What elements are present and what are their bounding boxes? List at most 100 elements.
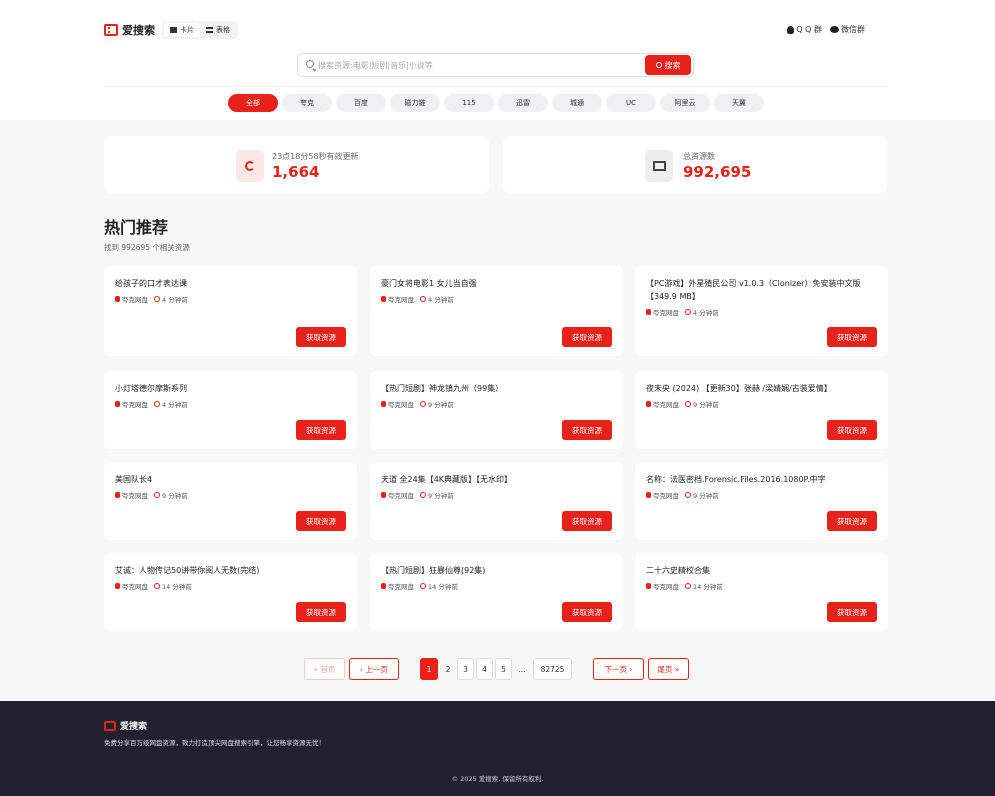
tab-uc[interactable]: UC [606, 94, 656, 112]
card-time: 4 分钟前 [154, 399, 188, 409]
get-resource-button[interactable]: 获取资源 [827, 511, 877, 531]
card-meta: 夸克网盘 4 分钟前 [646, 307, 719, 317]
tab-tianyi[interactable]: 天翼 [714, 94, 764, 112]
get-resource-button[interactable]: 获取资源 [827, 602, 877, 622]
resource-card[interactable]: 给孩子的口才表达课 夸克网盘 4 分钟前 获取资源 [104, 266, 357, 356]
page-2-button[interactable]: 2 [440, 658, 456, 680]
grid-icon [170, 27, 177, 33]
card-title[interactable]: 豪门女将电影1 女儿当自强 [381, 277, 613, 290]
wechat-group-label: 微信群 [841, 25, 865, 34]
resource-card[interactable]: 艾诚：人物传记50讲带你阅人无数(完结) 夸克网盘 14 分钟前 获取资源 [104, 553, 357, 631]
card-time: 4 分钟前 [685, 307, 719, 317]
section-title: 热门推荐 [104, 218, 169, 237]
get-resource-button[interactable]: 获取资源 [562, 420, 612, 440]
card-title[interactable]: 【热门短剧】神龙镇九州（99集） [381, 382, 613, 395]
card-title[interactable]: 美国队长4 [115, 473, 347, 486]
page-3-button[interactable]: 3 [457, 658, 474, 680]
tab-xunlei[interactable]: 迅雷 [498, 94, 548, 112]
tab-115[interactable]: 115 [444, 94, 494, 112]
view-table-button[interactable]: 表格 [200, 23, 236, 37]
last-page-button[interactable]: 尾页 » [648, 658, 689, 680]
card-source-label: 夸克网盘 [653, 401, 679, 409]
search-input[interactable] [318, 57, 638, 73]
get-resource-button[interactable]: 获取资源 [296, 327, 346, 347]
get-resource-button[interactable]: 获取资源 [827, 420, 877, 440]
database-icon [115, 492, 120, 498]
film-icon [104, 24, 118, 36]
view-card-button[interactable]: 卡片 [164, 23, 200, 37]
resource-card[interactable]: 二十六史精校合集 夸克网盘 14 分钟前 获取资源 [635, 553, 888, 631]
qq-group-link[interactable]: Q Q 群 [787, 24, 822, 35]
get-resource-button[interactable]: 获取资源 [562, 602, 612, 622]
card-title[interactable]: 小灯塔德尔摩斯系列 [115, 382, 347, 395]
copyright: © 2025 爱搜索. 保留所有权利. [451, 775, 544, 783]
last-page-number-button[interactable]: 82725 [533, 658, 572, 680]
resource-card[interactable]: 天道 全24集【4K典藏版】【无水印】 夸克网盘 9 分钟前 获取资源 [370, 462, 623, 540]
page-4-button[interactable]: 4 [476, 658, 493, 680]
get-resource-button[interactable]: 获取资源 [296, 511, 346, 531]
card-source-label: 夸克网盘 [122, 296, 148, 304]
card-source: 夸克网盘 [646, 399, 679, 409]
card-time: 4 分钟前 [420, 294, 454, 304]
card-title[interactable]: 天道 全24集【4K典藏版】【无水印】 [381, 473, 613, 486]
database-icon [381, 401, 386, 407]
card-source: 夸克网盘 [381, 399, 414, 409]
get-resource-button[interactable]: 获取资源 [562, 511, 612, 531]
clock-icon [685, 401, 691, 407]
card-time: 9 分钟前 [685, 490, 719, 500]
card-title[interactable]: 二十六史精校合集 [646, 564, 878, 577]
footer-brand: 爱搜索 [120, 722, 148, 732]
card-title[interactable]: 艾诚：人物传记50讲带你阅人无数(完结) [115, 564, 347, 577]
resource-card[interactable]: 名称：法医密档.Forensic.Files.2016.1080P.中字 夸克网盘… [635, 462, 888, 540]
footer-logo: 爱搜索 [104, 719, 147, 732]
footer-description: 免费分享百万级网盘资源，致力打造顶尖网盘搜索引擎，让您畅享资源无忧！ [104, 739, 325, 747]
clock-icon [154, 296, 160, 302]
resource-card[interactable]: 小灯塔德尔摩斯系列 夸克网盘 4 分钟前获取资源 [104, 371, 357, 449]
clock-icon [420, 401, 426, 407]
tab-quark[interactable]: 夸克 [282, 94, 332, 112]
tab-magnet[interactable]: 磁力链 [390, 94, 440, 112]
card-source-label: 夸克网盘 [122, 492, 148, 500]
get-resource-button[interactable]: 获取资源 [296, 420, 346, 440]
get-resource-button[interactable]: 获取资源 [827, 327, 877, 347]
wechat-group-link[interactable]: 微信群 [830, 24, 865, 35]
stat-update-icon-box [236, 150, 264, 182]
card-title[interactable]: 名称：法医密档.Forensic.Files.2016.1080P.中字 [646, 473, 878, 486]
tab-aliyun[interactable]: 阿里云 [660, 94, 710, 112]
card-source: 夸克网盘 [381, 581, 414, 591]
resource-card[interactable]: 豪门女将电影1 女儿当自强 夸克网盘 4 分钟前 获取资源 [370, 266, 623, 356]
card-title[interactable]: 夜未央 (2024) 【更新30】张赫 /梁婧娴/古装爱情】 [646, 382, 878, 395]
card-time-label: 4 分钟前 [162, 401, 188, 409]
page-5-button[interactable]: 5 [495, 658, 512, 680]
resource-card[interactable]: 【PC游戏】外星殖民公司 v1.0.3（Clonizer）免安装中文版【349.… [635, 266, 888, 356]
card-source: 夸克网盘 [646, 307, 679, 317]
divider [104, 86, 887, 87]
resource-card[interactable]: 【热门短剧】狂暴仙尊(92集) 夸克网盘 14 分钟前 获取资源 [370, 553, 623, 631]
card-title[interactable]: 【PC游戏】外星殖民公司 v1.0.3（Clonizer）免安装中文版【349.… [646, 277, 878, 303]
card-source: 夸克网盘 [381, 490, 414, 500]
get-resource-button[interactable]: 获取资源 [296, 602, 346, 622]
view-card-label: 卡片 [180, 26, 194, 34]
resource-card[interactable]: 【热门短剧】神龙镇九州（99集） 夸克网盘 9 分钟前 获取资源 [370, 371, 623, 449]
resource-card[interactable]: 美国队长4 夸克网盘 9 分钟前 获取资源 [104, 462, 357, 540]
tab-all[interactable]: 全部 [228, 94, 278, 112]
search-bar: 搜索 [297, 53, 694, 77]
tab-baidu[interactable]: 百度 [336, 94, 386, 112]
wechat-icon [830, 26, 839, 33]
next-page-button[interactable]: 下一页 › [593, 658, 644, 680]
card-meta: 夸克网盘 4 分钟前 [115, 399, 188, 409]
get-resource-button[interactable]: 获取资源 [562, 327, 612, 347]
first-page-button[interactable]: « 首页 [304, 658, 345, 680]
page-1-button[interactable]: 1 [420, 658, 438, 680]
card-title[interactable]: 给孩子的口才表达课 [115, 277, 347, 290]
prev-page-button[interactable]: ‹ 上一页 [349, 658, 399, 680]
card-title[interactable]: 【热门短剧】狂暴仙尊(92集) [381, 564, 613, 577]
pagination: « 首页 ‹ 上一页 1 2 3 4 5 ... 82725 下一页 › 尾页 … [0, 658, 995, 682]
resource-card[interactable]: 夜未央 (2024) 【更新30】张赫 /梁婧娴/古装爱情】 夸克网盘 9 分钟前获… [635, 371, 888, 449]
view-table-label: 表格 [216, 26, 230, 34]
logo[interactable]: 爱搜索 [104, 22, 155, 38]
tab-chengtong[interactable]: 城通 [552, 94, 602, 112]
stat-total-icon-box [645, 150, 673, 182]
search-button[interactable]: 搜索 [645, 55, 691, 75]
refresh-icon [245, 161, 255, 171]
